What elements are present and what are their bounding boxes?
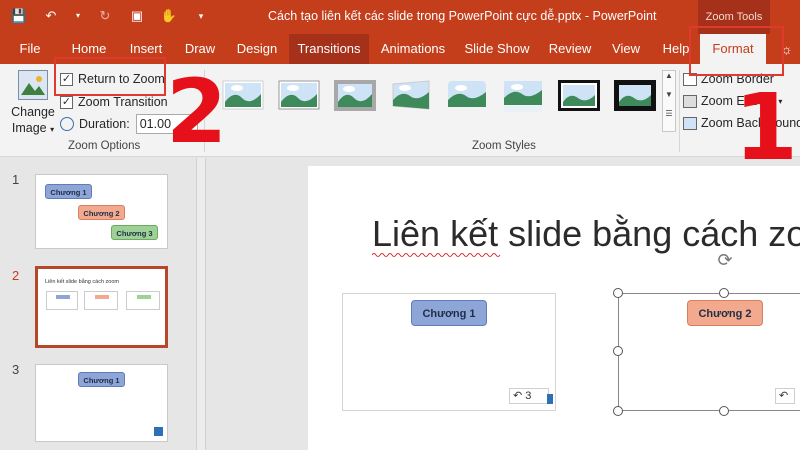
return-arrow-icon: ↶ (513, 390, 523, 402)
resize-handle[interactable] (613, 406, 623, 416)
touch-mode-icon[interactable]: ✋ (160, 7, 178, 25)
return-to-zoom-badge: ↶ (775, 388, 795, 404)
tab-transitions[interactable]: Transitions (289, 34, 369, 64)
highlight-return-to-zoom (54, 57, 166, 96)
duration-label: Duration: (79, 117, 130, 131)
zoom-style-2[interactable] (278, 78, 320, 114)
tab-file[interactable]: File (10, 34, 50, 64)
slide-number: 2 (12, 268, 20, 283)
resize-handle[interactable] (719, 288, 729, 298)
resize-handle[interactable] (613, 346, 623, 356)
return-arrow-icon: ↶ (779, 390, 789, 402)
clock-icon (60, 117, 74, 131)
slide-thumbnail-1[interactable]: Chương 1 Chương 2 Chương 3 (35, 174, 168, 249)
zoom-effects-icon (683, 94, 697, 108)
section-zoom-2[interactable]: Chương 2 ↶ (618, 293, 800, 411)
thumb-chip-chuong-2: Chương 2 (78, 205, 125, 220)
thumb-chip-chuong-1: Chương 1 (45, 184, 92, 199)
zoom-label-chuong-2: Chương 2 (687, 300, 763, 326)
slide-number: 3 (12, 362, 20, 377)
zoom-styles-group-label: Zoom Styles (472, 140, 536, 152)
zoom-styles-gallery-scroll[interactable]: ▲ ▼ ☰ (662, 70, 676, 132)
tab-view[interactable]: View (606, 34, 646, 64)
tab-review[interactable]: Review (545, 34, 595, 64)
section-zoom-1[interactable]: Chương 1 ↶ 3 (342, 293, 556, 411)
zoom-style-3[interactable] (334, 78, 376, 114)
slide-thumbnail-3[interactable]: Chương 1 (35, 364, 168, 442)
slide-title[interactable]: Liên kết slide bằng cách zoo (372, 213, 800, 255)
title-bar: 💾 ↶ ▾ ↻ ▣ ✋ ▾ Cách tạo liên kết các slid… (0, 0, 800, 34)
undo-dropdown-icon[interactable]: ▾ (74, 7, 82, 25)
thumb-zoom-box (84, 291, 118, 310)
group-separator (679, 70, 680, 152)
zoom-style-7[interactable] (558, 78, 600, 114)
undo-icon[interactable]: ↶ (42, 7, 60, 25)
change-image-label-2: Image ▾ (11, 121, 55, 135)
zoom-transition-label: Zoom Transition (78, 95, 168, 109)
quick-access-toolbar: 💾 ↶ ▾ ↻ ▣ ✋ ▾ (10, 7, 210, 25)
step-number-1: 1 (734, 74, 799, 181)
thumb-chip-chuong-3: Chương 3 (111, 225, 158, 240)
redo-icon[interactable]: ↻ (96, 7, 114, 25)
slide-number: 1 (12, 172, 20, 187)
zoom-label-chuong-1: Chương 1 (411, 300, 487, 326)
slide-thumbnail-2[interactable]: Liên kết slide bằng cách zoom (35, 266, 168, 348)
thumb-zoom-box (126, 291, 160, 310)
badge-marker (547, 394, 553, 404)
zoom-background-icon (683, 116, 697, 130)
zoom-style-1[interactable] (222, 78, 264, 114)
zoom-style-8[interactable] (614, 78, 656, 114)
zoom-options-group-label: Zoom Options (68, 140, 141, 152)
step-number-2: 2 (166, 60, 228, 163)
thumb-chip-chuong-1: Chương 1 (78, 372, 125, 387)
customize-qat-icon[interactable]: ▾ (192, 7, 210, 25)
resize-handle[interactable] (613, 288, 623, 298)
zoom-style-6[interactable] (502, 78, 544, 114)
gallery-more-icon[interactable]: ☰ (663, 109, 675, 118)
present-icon[interactable]: ▣ (128, 7, 146, 25)
zoom-style-4[interactable] (390, 78, 432, 114)
tab-slide-show[interactable]: Slide Show (461, 34, 533, 64)
change-image-icon (18, 70, 48, 100)
thumb-slide-title: Liên kết slide bằng cách zoom (45, 279, 119, 285)
zoom-style-5[interactable] (446, 78, 488, 114)
gallery-up-icon[interactable]: ▲ (663, 71, 675, 80)
document-title: Cách tạo liên kết các slide trong PowerP… (268, 9, 657, 23)
return-icon (154, 427, 163, 436)
return-to-zoom-badge: ↶ 3 (509, 388, 549, 404)
tab-design[interactable]: Design (231, 34, 283, 64)
highlight-format-tab (689, 26, 784, 76)
checkbox-checked-icon: ✓ (60, 95, 73, 109)
tab-animations[interactable]: Animations (375, 34, 451, 64)
change-image-label: Change (11, 105, 55, 119)
spellcheck-underline (372, 253, 501, 257)
thumb-zoom-box (46, 291, 78, 310)
pane-splitter[interactable] (196, 158, 206, 450)
rotate-handle-icon[interactable]: ⟳ (715, 250, 735, 270)
resize-handle[interactable] (719, 406, 729, 416)
change-image-button[interactable]: Change Image ▾ (8, 70, 58, 138)
save-icon[interactable]: 💾 (10, 7, 28, 25)
gallery-down-icon[interactable]: ▼ (663, 90, 675, 99)
